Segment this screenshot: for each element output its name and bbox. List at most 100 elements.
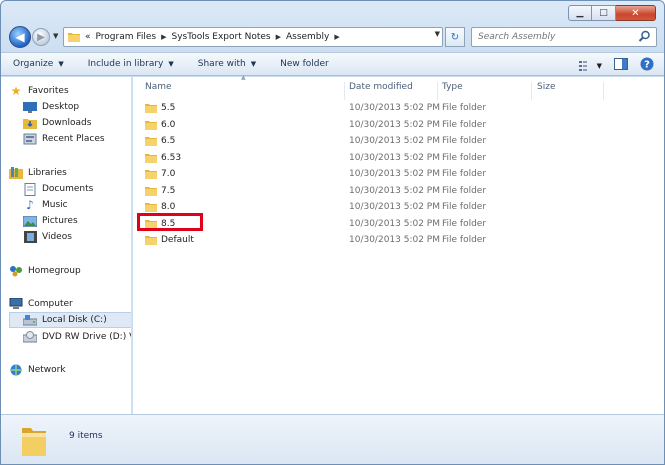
navigation-pane: ★ Favorites Desktop Downloads Recent Pla…	[1, 77, 132, 414]
videos-icon	[23, 231, 37, 243]
table-row[interactable]: 7.0 10/30/2013 5:02 PM File folder	[133, 166, 664, 182]
nav-favorites[interactable]: ★ Favorites	[9, 83, 131, 99]
view-list-icon	[578, 60, 587, 71]
nav-local-disk-c[interactable]: Local Disk (C:)	[9, 312, 131, 328]
dropdown-arrow-icon: ▼	[168, 60, 174, 68]
address-dropdown-icon[interactable]: ▼	[435, 30, 440, 38]
file-name: 7.0	[161, 169, 176, 179]
file-name: 5.5	[161, 103, 176, 113]
change-view-button[interactable]: ▼	[578, 60, 602, 72]
view-controls: ▼ ?	[567, 57, 654, 74]
preview-pane-button[interactable]	[614, 58, 628, 73]
file-type: File folder	[442, 218, 487, 229]
computer-icon	[9, 298, 23, 310]
column-header-date-modified[interactable]: Date modified	[349, 82, 413, 92]
dropdown-arrow-icon: ▼	[596, 61, 602, 70]
recent-places-icon	[23, 133, 37, 145]
column-header-size[interactable]: Size	[537, 82, 555, 92]
nav-homegroup[interactable]: Homegroup	[9, 263, 131, 279]
nav-recent-places[interactable]: Recent Places	[23, 131, 131, 147]
breadcrumb-assembly[interactable]: Assembly ▶	[286, 32, 340, 42]
caption-buttons: ▁ □ ✕	[568, 5, 656, 21]
column-divider[interactable]	[344, 82, 345, 100]
nav-label: Videos	[42, 232, 72, 242]
help-button[interactable]: ?	[640, 57, 654, 74]
back-button[interactable]: ◀	[9, 26, 31, 48]
downloads-folder-icon	[23, 117, 37, 129]
folder-icon	[145, 137, 157, 146]
nav-computer[interactable]: Computer	[9, 296, 131, 312]
column-divider[interactable]	[531, 82, 532, 100]
details-pane: 9 items	[1, 414, 664, 464]
folder-icon	[145, 104, 157, 113]
column-header-type[interactable]: Type	[442, 82, 463, 92]
search-input[interactable]	[478, 32, 638, 42]
nav-dvd-drive[interactable]: DVD RW Drive (D:) V	[23, 329, 132, 345]
back-arrow-icon: ◀	[15, 30, 25, 44]
music-icon: ♪	[26, 198, 34, 212]
nav-label: Favorites	[28, 86, 69, 96]
table-row[interactable]: 6.53 10/30/2013 5:02 PM File folder	[133, 150, 664, 166]
nav-downloads[interactable]: Downloads	[23, 115, 131, 131]
file-name: Default	[161, 235, 194, 245]
table-row[interactable]: 5.5 10/30/2013 5:02 PM File folder	[133, 100, 664, 116]
folder-icon	[22, 428, 46, 456]
nav-label: Homegroup	[28, 266, 81, 276]
file-type: File folder	[442, 152, 487, 163]
minimize-button[interactable]: ▁	[568, 5, 592, 21]
nav-pictures[interactable]: Pictures	[23, 213, 131, 229]
file-name: 8.0	[161, 202, 176, 212]
folder-icon	[68, 33, 80, 42]
breadcrumb-program-files[interactable]: Program Files ▶	[96, 32, 167, 42]
breadcrumb-systools-export-notes[interactable]: SysTools Export Notes ▶	[172, 32, 281, 42]
share-with-menu[interactable]: Share with ▼	[198, 59, 256, 69]
desktop-icon	[23, 101, 37, 113]
nav-desktop[interactable]: Desktop	[23, 99, 131, 115]
column-header-name[interactable]: Name	[145, 82, 172, 92]
table-row[interactable]: 8.5 10/30/2013 5:02 PM File folder	[133, 216, 664, 232]
recent-pages-dropdown[interactable]: ▼	[53, 32, 58, 40]
nav-documents[interactable]: Documents	[23, 181, 131, 197]
chevron-right-icon[interactable]: ▶	[276, 33, 281, 41]
file-type: File folder	[442, 169, 487, 179]
table-row[interactable]: 7.5 10/30/2013 5:02 PM File folder	[133, 183, 664, 199]
file-name: 6.53	[161, 152, 182, 163]
organize-menu[interactable]: Organize ▼	[13, 59, 64, 69]
search-box[interactable]	[471, 27, 657, 47]
nav-label: DVD RW Drive (D:) V	[42, 332, 132, 342]
breadcrumb-overflow[interactable]: «	[85, 32, 91, 42]
table-row[interactable]: Default 10/30/2013 5:02 PM File folder	[133, 232, 664, 248]
table-row[interactable]: 8.0 10/30/2013 5:02 PM File folder	[133, 199, 664, 215]
nav-network[interactable]: Network	[9, 362, 131, 378]
table-row[interactable]: 6.0 10/30/2013 5:02 PM File folder	[133, 117, 664, 133]
nav-label: Computer	[28, 299, 73, 309]
documents-icon	[23, 182, 37, 196]
close-button[interactable]: ✕	[616, 5, 656, 21]
address-bar[interactable]: « Program Files ▶ SysTools Export Notes …	[63, 27, 443, 47]
column-divider[interactable]	[603, 82, 604, 100]
folder-icon	[145, 186, 157, 196]
refresh-button[interactable]: ↻	[445, 27, 465, 47]
nav-music[interactable]: ♪ Music	[23, 197, 131, 213]
search-icon[interactable]	[638, 30, 651, 43]
file-date: 10/30/2013 5:02 PM	[349, 202, 440, 212]
column-divider[interactable]	[437, 82, 438, 100]
nav-videos[interactable]: Videos	[23, 229, 131, 245]
chevron-right-icon[interactable]: ▶	[334, 33, 339, 41]
nav-label: Music	[42, 200, 68, 210]
preview-pane-icon	[614, 58, 628, 70]
file-date: 10/30/2013 5:02 PM	[349, 136, 440, 146]
table-row[interactable]: 6.5 10/30/2013 5:02 PM File folder	[133, 133, 664, 149]
homegroup-icon	[9, 265, 23, 277]
maximize-button[interactable]: □	[592, 5, 616, 21]
new-folder-button[interactable]: New folder	[280, 59, 329, 69]
nav-label: Local Disk (C:)	[42, 315, 107, 325]
file-type: File folder	[442, 119, 487, 130]
command-bar: Organize ▼ Include in library ▼ Share wi…	[1, 52, 664, 76]
include-in-library-menu[interactable]: Include in library ▼	[88, 59, 174, 69]
file-type: File folder	[442, 202, 487, 212]
forward-button[interactable]: ▶	[32, 28, 50, 46]
network-icon	[9, 364, 23, 376]
chevron-right-icon[interactable]: ▶	[161, 33, 166, 41]
nav-libraries[interactable]: Libraries	[9, 165, 131, 181]
